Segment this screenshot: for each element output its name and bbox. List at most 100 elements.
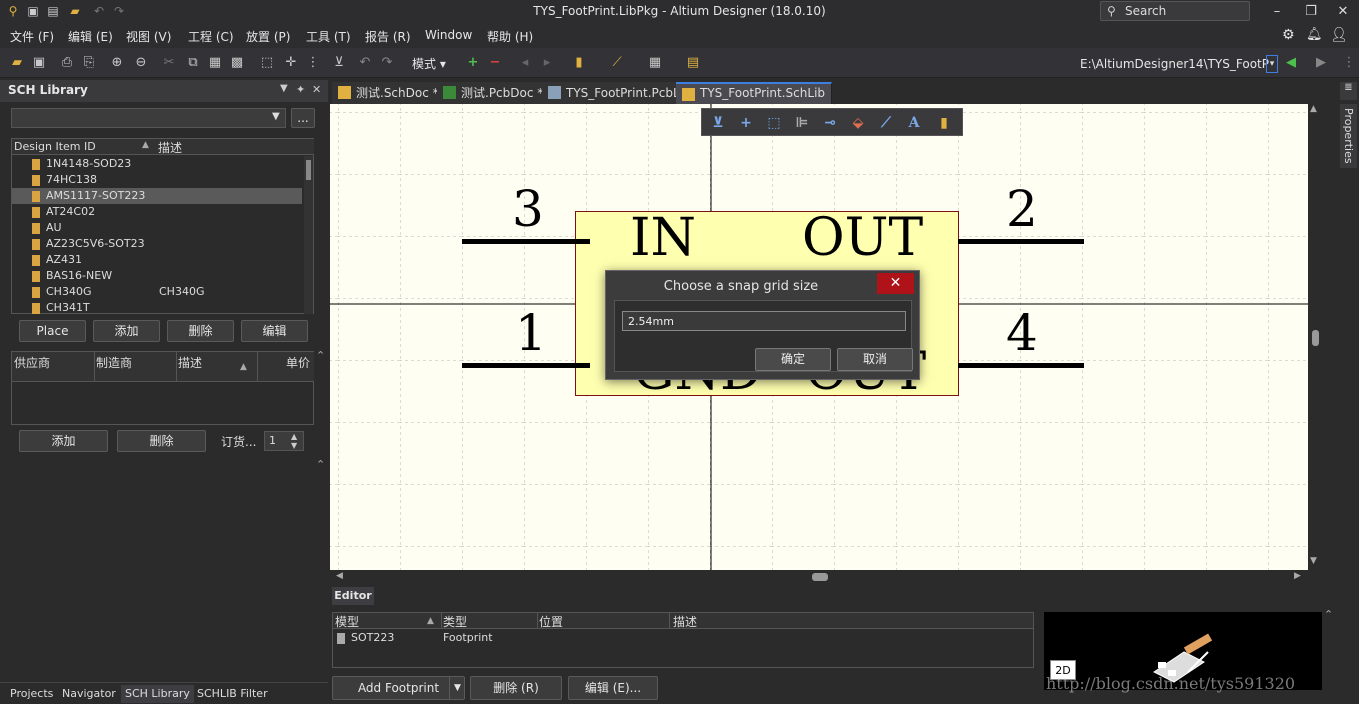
scroll-down-icon[interactable]: ▼: [1310, 556, 1317, 566]
add-part-icon[interactable]: +: [464, 54, 482, 72]
dialog-close-button[interactable]: ✕: [877, 273, 914, 294]
select-menu-icon[interactable]: ⋮: [304, 54, 322, 72]
col-manufacturer[interactable]: 制造商: [96, 354, 132, 371]
measure-icon[interactable]: ⟋: [608, 54, 626, 72]
component-icon[interactable]: ▮: [570, 54, 588, 72]
remove-part-icon[interactable]: −: [486, 54, 504, 72]
minimize-button[interactable]: –: [1262, 2, 1292, 22]
toolbar-redo-icon[interactable]: ↷: [378, 54, 396, 72]
bell-icon[interactable]: 🔔︎: [1306, 27, 1323, 42]
list-item[interactable]: AZ23C5V6-SOT23: [12, 236, 302, 252]
select-area-icon[interactable]: ⬚: [258, 54, 276, 72]
add-footprint-button[interactable]: Add Footprint ▼: [332, 676, 465, 700]
tab-pcblib[interactable]: TYS_FootPrint.PcbLib: [542, 82, 698, 104]
tab-navigator[interactable]: Navigator: [58, 685, 120, 703]
line-icon[interactable]: ⟋: [876, 113, 896, 133]
cancel-button[interactable]: 取消: [837, 348, 913, 371]
save-toolbar-icon[interactable]: ▣: [30, 54, 48, 72]
part-icon[interactable]: ▮: [934, 113, 954, 133]
search-box[interactable]: ⚲ Search: [1100, 1, 1250, 21]
list-item[interactable]: BAS16-NEW: [12, 268, 302, 284]
tab-sch-library[interactable]: SCH Library: [121, 685, 194, 703]
list-item[interactable]: CH341T: [12, 300, 302, 316]
grid-icon[interactable]: ▦: [646, 54, 664, 72]
list-item[interactable]: AMS1117-SOT223: [12, 188, 302, 204]
col-description[interactable]: 描述: [158, 139, 182, 156]
restore-button[interactable]: ❐: [1296, 2, 1326, 22]
col-unit-price[interactable]: 单价: [286, 354, 310, 371]
zoom-out-icon[interactable]: ⊖: [132, 54, 150, 72]
eraser-icon[interactable]: ⬙: [848, 113, 868, 133]
menu-reports[interactable]: 报告 (R): [365, 28, 411, 45]
panel-menu-icon[interactable]: ▼: [280, 83, 288, 94]
col-location[interactable]: 位置: [539, 613, 563, 630]
menu-tools[interactable]: 工具 (T): [306, 28, 351, 45]
library-folder-icon[interactable]: ▤: [684, 54, 702, 72]
move-cross-icon[interactable]: ✛: [282, 54, 300, 72]
rubber-stamp-icon[interactable]: ▩: [228, 54, 246, 72]
list-item[interactable]: CH340G CH340G: [12, 284, 302, 300]
close-window-button[interactable]: ✕: [1328, 2, 1358, 22]
nav-forward-icon[interactable]: ▶: [1312, 54, 1330, 72]
col-supplier-desc[interactable]: 描述: [178, 354, 202, 371]
side-tab-icon[interactable]: ≣: [1340, 82, 1357, 100]
collapse-up-icon[interactable]: ⌃: [316, 349, 325, 362]
open-icon[interactable]: ▰: [8, 54, 26, 72]
tab-schdoc[interactable]: 测试.SchDoc *: [332, 82, 446, 104]
list-item[interactable]: 1N4148-SOD23: [12, 156, 302, 172]
horizontal-scrollbar[interactable]: ◀ ▶: [330, 570, 1308, 584]
paste-icon[interactable]: ▦: [206, 54, 224, 72]
cut-icon[interactable]: ✂: [160, 54, 178, 72]
add-component-button[interactable]: 添加: [93, 320, 160, 342]
pin-1-line[interactable]: [462, 363, 590, 368]
more-toolbar-icon[interactable]: ⋮: [1340, 54, 1358, 72]
list-item[interactable]: AZ431: [12, 252, 302, 268]
collapse-up-icon[interactable]: ⌃: [316, 458, 325, 471]
menu-project[interactable]: 工程 (C): [188, 28, 234, 45]
delete-supplier-button[interactable]: 删除: [117, 430, 206, 452]
properties-tab[interactable]: Properties: [1340, 104, 1357, 168]
tab-schlib-filter[interactable]: SCHLIB Filter: [193, 685, 272, 703]
place-pin-icon[interactable]: ⊸: [820, 113, 840, 133]
pin-2-line[interactable]: [958, 239, 1084, 244]
col-supplier[interactable]: 供应商: [14, 354, 50, 371]
vscroll-thumb[interactable]: [1312, 330, 1319, 346]
edit-component-button[interactable]: 编辑: [241, 320, 308, 342]
hscroll-thumb[interactable]: [812, 573, 828, 581]
col-design-item-id[interactable]: Design Item ID: [14, 140, 96, 153]
snap-grid-input[interactable]: [622, 311, 906, 331]
list-item[interactable]: AU: [12, 220, 302, 236]
gear-icon[interactable]: ⚙: [1282, 27, 1295, 43]
scroll-left-icon[interactable]: ◀: [336, 571, 343, 581]
list-scrollbar[interactable]: [304, 156, 313, 314]
select-rect-icon[interactable]: ⬚: [764, 113, 784, 133]
edit-footprint-button[interactable]: 编辑 (E)...: [568, 676, 658, 700]
menu-view[interactable]: 视图 (V): [126, 28, 171, 45]
menu-window[interactable]: Window: [425, 28, 472, 42]
place-button[interactable]: Place: [19, 320, 86, 342]
col-model-desc[interactable]: 描述: [673, 613, 697, 630]
zoom-in-icon[interactable]: ⊕: [108, 54, 126, 72]
menu-place[interactable]: 放置 (P): [246, 28, 290, 45]
delete-component-button[interactable]: 删除: [167, 320, 234, 342]
filter-icon[interactable]: ⊻: [708, 113, 728, 133]
add-supplier-button[interactable]: 添加: [19, 430, 108, 452]
menu-file[interactable]: 文件 (F): [10, 28, 54, 45]
table-row[interactable]: SOT223 Footprint: [333, 631, 1033, 647]
path-dropdown[interactable]: ▾: [1266, 55, 1278, 73]
collapse-up-icon[interactable]: ⌃: [1324, 608, 1333, 621]
path-field[interactable]: E:\AltiumDesigner14\TYS_FootP: [1080, 54, 1270, 74]
menu-edit[interactable]: 编辑 (E): [68, 28, 113, 45]
list-item[interactable]: AT24C02: [12, 204, 302, 220]
delete-footprint-button[interactable]: 删除 (R): [470, 676, 562, 700]
menu-help[interactable]: 帮助 (H): [487, 28, 533, 45]
nav-back-icon[interactable]: ◀: [1282, 54, 1300, 72]
scroll-right-icon[interactable]: ▶: [1294, 571, 1301, 581]
library-filter-combo[interactable]: ▼: [11, 108, 286, 128]
scroll-up-icon[interactable]: ▲: [1310, 104, 1317, 114]
user-icon[interactable]: 👤︎: [1330, 27, 1348, 43]
list-item[interactable]: 74HC138: [12, 172, 302, 188]
editor-tab[interactable]: Editor: [332, 587, 374, 605]
tab-projects[interactable]: Projects: [6, 685, 57, 703]
chevron-down-icon[interactable]: ▼: [449, 677, 465, 699]
